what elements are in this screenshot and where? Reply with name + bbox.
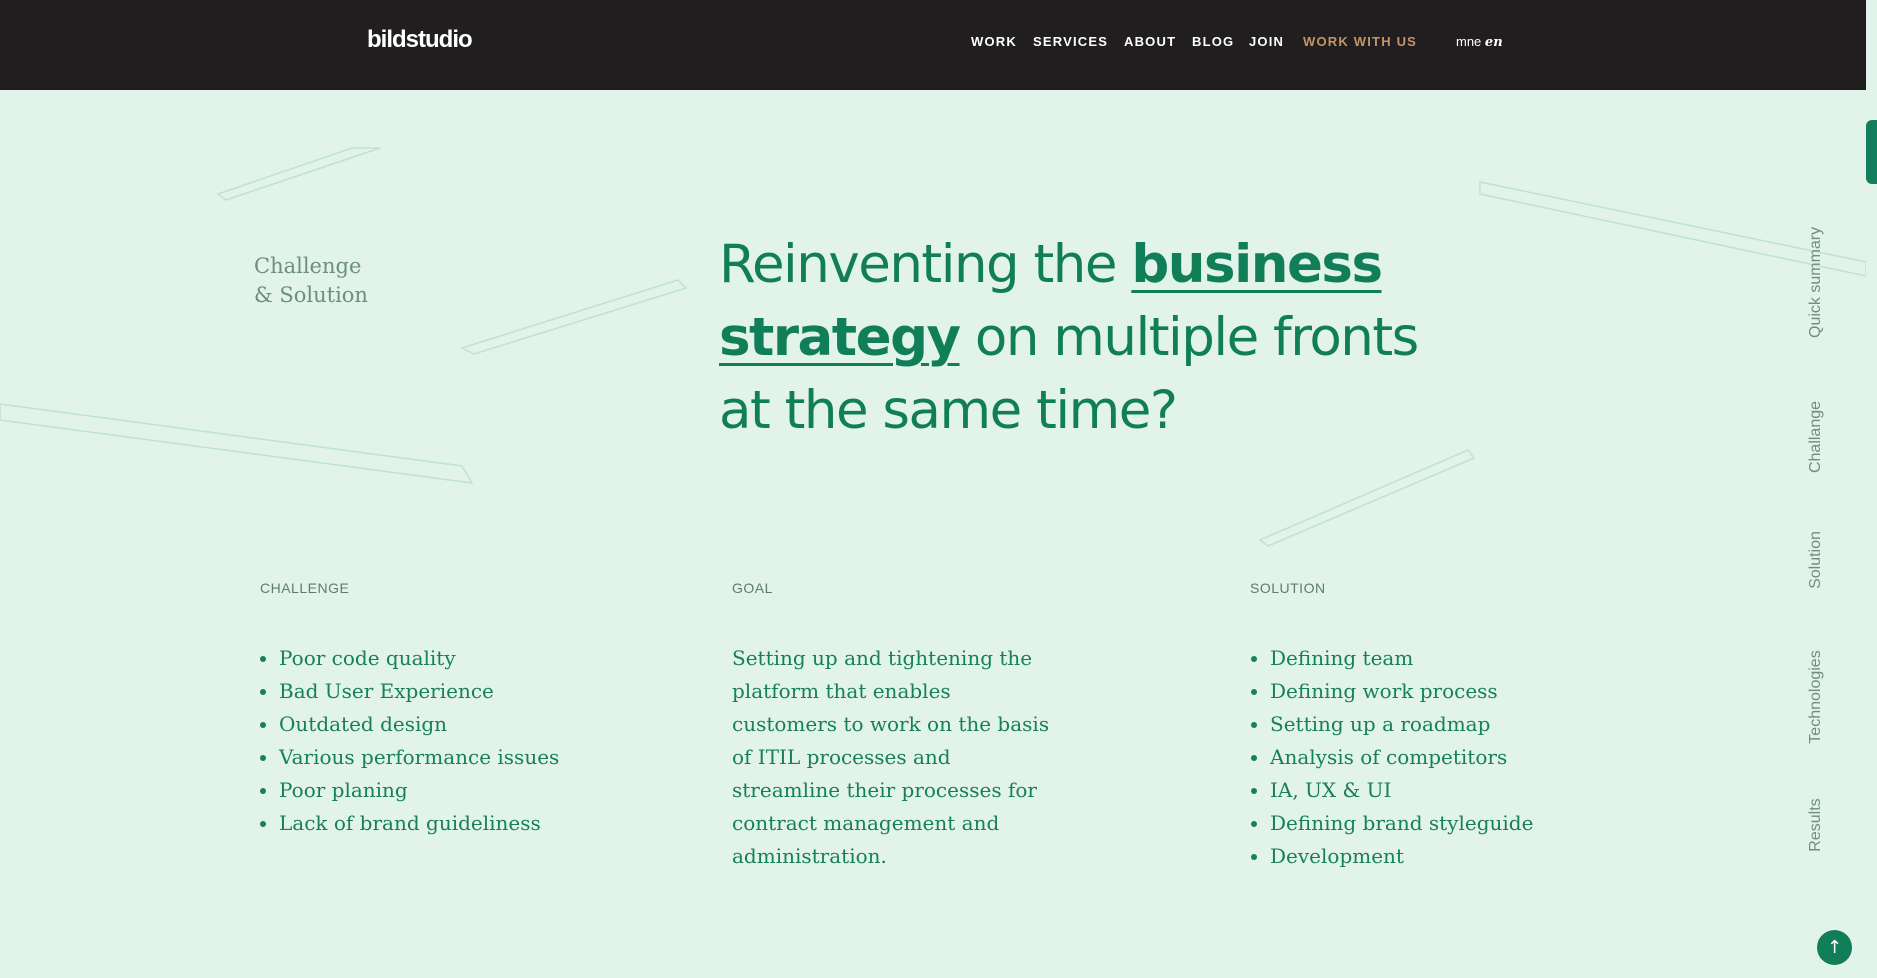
challenge-heading: CHALLENGE bbox=[260, 580, 350, 596]
back-to-top-button[interactable]: ↑ bbox=[1817, 930, 1852, 965]
headline-bold-business: business bbox=[1131, 234, 1383, 295]
headline-part1: Reinventing the bbox=[719, 234, 1132, 295]
headline-bold-strategy: strategy bbox=[719, 307, 961, 368]
list-item: Various performance issues bbox=[279, 741, 559, 774]
side-nav-quick-summary[interactable]: Quick summary bbox=[1807, 227, 1825, 338]
list-item: Analysis of competitors bbox=[1270, 741, 1533, 774]
solution-heading: SOLUTION bbox=[1250, 580, 1326, 596]
list-item: Defining brand styleguide bbox=[1270, 807, 1533, 840]
list-item: IA, UX & UI bbox=[1270, 774, 1533, 807]
list-item: Bad User Experience bbox=[279, 675, 559, 708]
section-label: Challenge & Solution bbox=[254, 252, 414, 310]
arrow-up-icon: ↑ bbox=[1826, 937, 1843, 958]
goal-text: Setting up and tightening the platform t… bbox=[732, 646, 1050, 868]
section-label-line1: Challenge bbox=[254, 254, 362, 278]
list-item: Outdated design bbox=[279, 708, 559, 741]
challenge-list: Poor code quality Bad User Experience Ou… bbox=[259, 642, 559, 840]
list-item: Poor planing bbox=[279, 774, 559, 807]
list-item: Setting up a roadmap bbox=[1270, 708, 1533, 741]
solution-list: Defining team Defining work process Sett… bbox=[1250, 642, 1533, 873]
list-item: Defining team bbox=[1270, 642, 1533, 675]
side-nav-results[interactable]: Results bbox=[1807, 785, 1825, 865]
headline-part2: on multiple fronts bbox=[959, 307, 1419, 368]
side-nav-challange[interactable]: Challange bbox=[1807, 392, 1825, 482]
scrollbar-thumb[interactable] bbox=[1866, 120, 1877, 184]
page-title: Reinventing the business strategy on mult… bbox=[719, 228, 1479, 447]
headline-part3: at the same time? bbox=[719, 380, 1178, 441]
section-label-line2: & Solution bbox=[254, 283, 368, 307]
list-item: Development bbox=[1270, 840, 1533, 873]
side-nav-technologies[interactable]: Technologies bbox=[1807, 642, 1825, 752]
side-nav-solution[interactable]: Solution bbox=[1807, 520, 1825, 600]
goal-heading: GOAL bbox=[732, 580, 773, 596]
list-item: Poor code quality bbox=[279, 642, 559, 675]
list-item: Defining work process bbox=[1270, 675, 1533, 708]
list-item: Lack of brand guideliness bbox=[279, 807, 559, 840]
